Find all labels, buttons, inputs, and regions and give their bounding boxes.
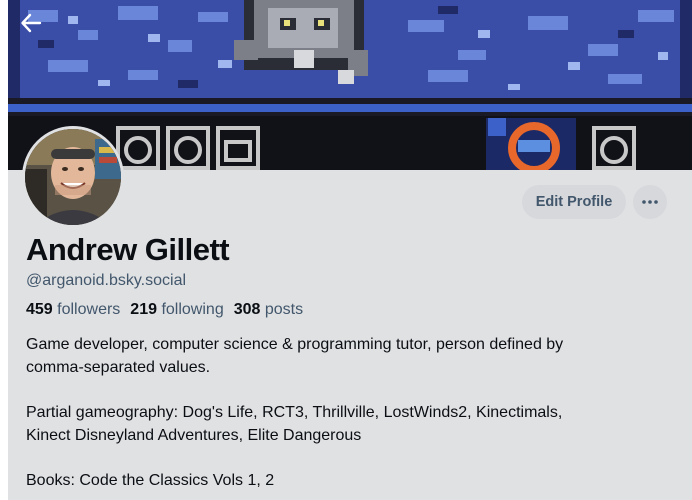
profile-bio: Game developer, computer science & progr… [26,333,666,492]
posts-stat: 308 posts [234,301,303,319]
following-label: following [161,301,224,318]
following-link[interactable]: 219 following [130,301,223,319]
avatar[interactable] [22,126,124,228]
edit-profile-button[interactable]: Edit Profile [522,185,626,219]
avatar-image [25,129,121,225]
back-button[interactable] [20,12,54,46]
bio-line: Kinect Disneyland Adventures, Elite Dang… [26,427,362,444]
profile-page: Edit Profile Andrew Gillett @arganoid.bs… [8,0,692,500]
handle: @arganoid.bsky.social [26,272,187,289]
bio-paragraph-gap [26,447,666,469]
profile-stats: 459 followers 219 following 308 posts [26,301,303,319]
bio-paragraph-gap [26,379,666,401]
posts-label: posts [264,301,304,318]
followers-count: 459 [26,301,53,318]
display-name: Andrew Gillett [26,232,230,267]
bio-line: Partial gameography: Dog's Life, RCT3, T… [26,404,563,421]
followers-link[interactable]: 459 followers [26,301,120,319]
ellipsis-icon [642,200,658,204]
bio-line: Game developer, computer science & progr… [26,336,564,353]
more-options-button[interactable] [633,185,667,219]
following-count: 219 [130,301,157,318]
followers-label: followers [57,301,121,318]
bio-line: Books: Code the Classics Vols 1, 2 [26,472,275,489]
edit-profile-label: Edit Profile [535,194,613,210]
bio-line: comma-separated values. [26,359,211,376]
window-edge [0,0,8,500]
arrow-left-icon [21,13,42,33]
posts-count: 308 [233,301,261,318]
